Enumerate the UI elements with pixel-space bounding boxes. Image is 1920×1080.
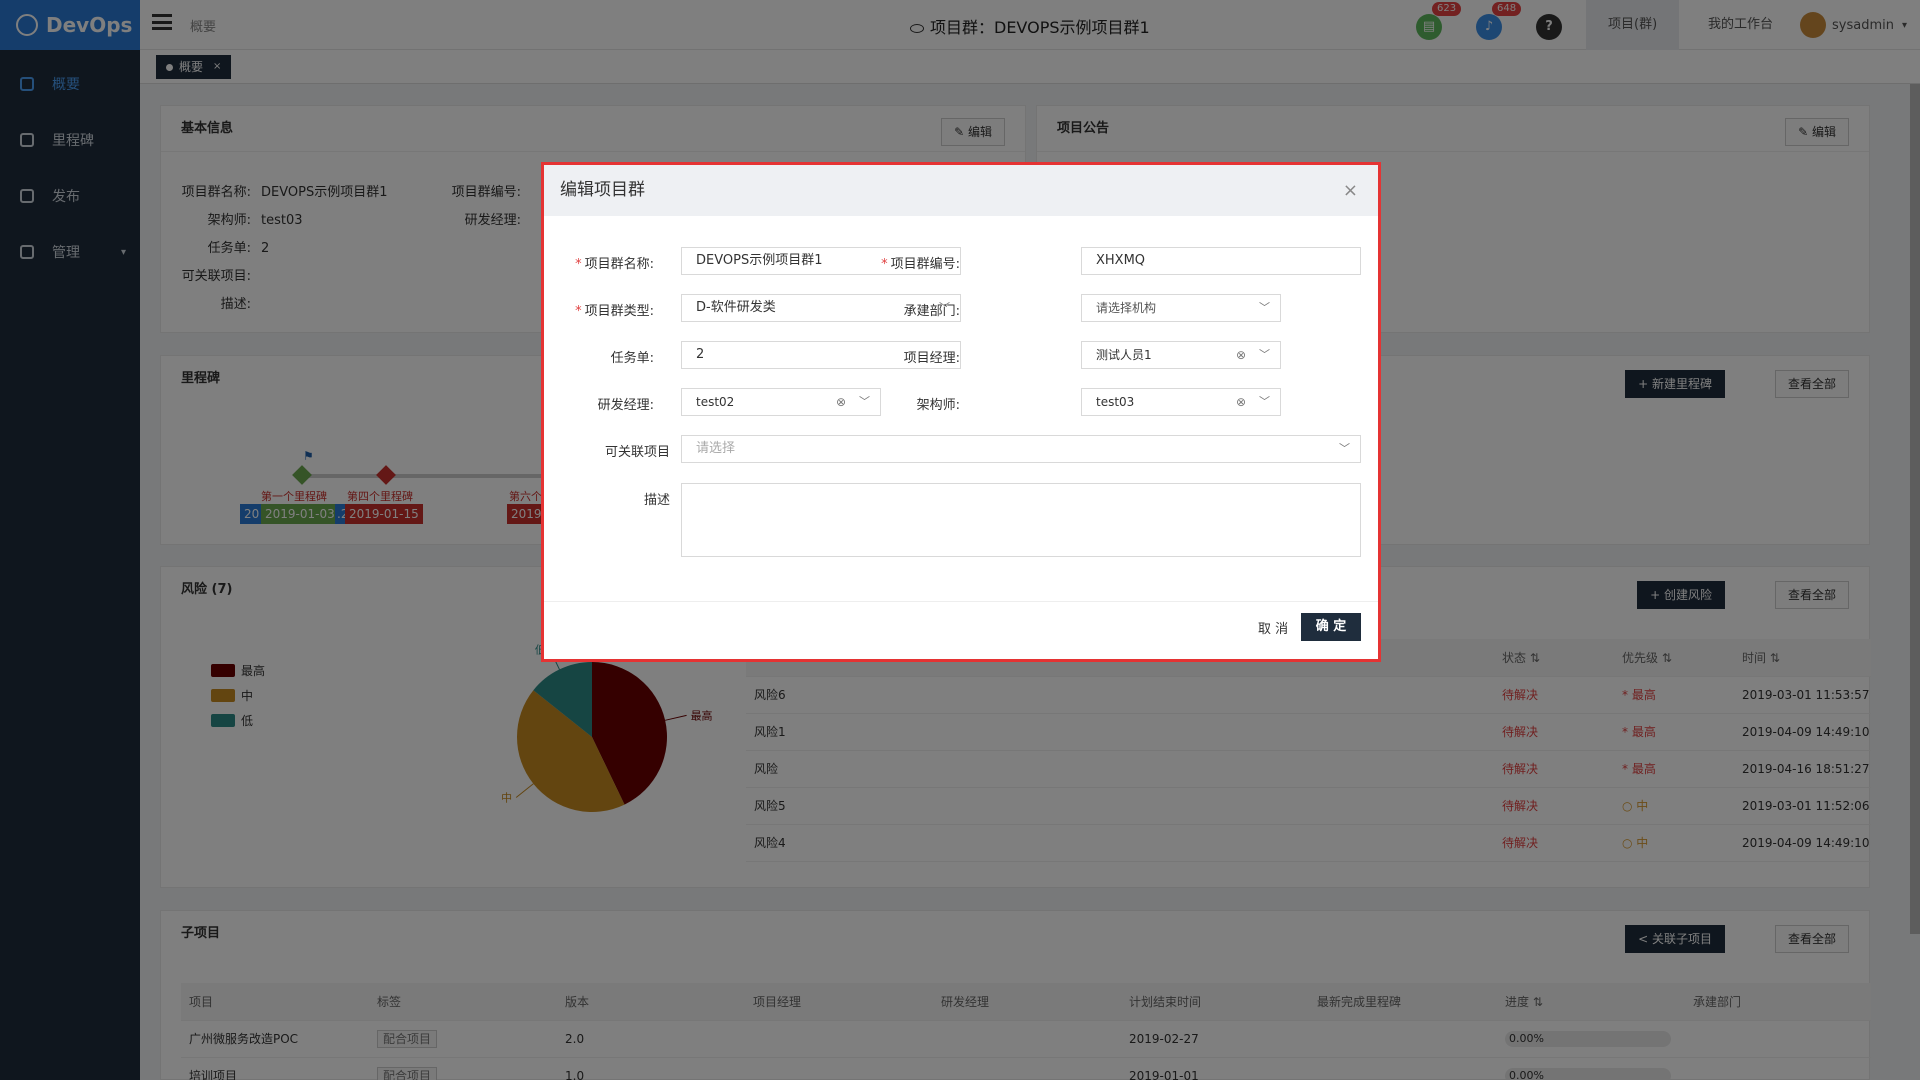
clear-icon[interactable]: ⊗ <box>1236 389 1246 415</box>
cancel-button[interactable]: 取 消 <box>1258 618 1288 637</box>
chevron-down-icon: ﹀ <box>1339 442 1350 455</box>
arch-label: 架构师: <box>916 398 960 413</box>
pm-select[interactable]: 测试人员1 ⊗ ﹀ <box>1081 341 1281 369</box>
select-placeholder: 请选择 <box>696 441 736 456</box>
rd-label: 研发经理: <box>597 398 654 413</box>
dept-label: 承建部门: <box>903 304 960 319</box>
dept-select[interactable]: 请选择机构 ﹀ <box>1081 294 1281 322</box>
field-label: 项目群名称: <box>584 257 654 272</box>
field-label: 项目群编号: <box>890 257 960 272</box>
clear-icon[interactable]: ⊗ <box>1236 342 1246 368</box>
type-label: * 项目群类型: <box>544 300 654 319</box>
field-label: 项目群类型: <box>584 304 654 319</box>
chevron-down-icon: ﹀ <box>1259 395 1270 408</box>
required-mark: * <box>575 257 582 272</box>
task-label: 任务单: <box>610 351 654 366</box>
desc-label: 描述 <box>643 493 670 508</box>
select-value: 测试人员1 <box>1096 348 1152 362</box>
required-mark: * <box>575 304 582 319</box>
arch-select[interactable]: test03 ⊗ ﹀ <box>1081 388 1281 416</box>
dialog-header: 编辑项目群 × <box>544 165 1378 216</box>
pm-label: 项目经理: <box>903 351 960 366</box>
select-value: D-软件研发类 <box>696 300 776 315</box>
chevron-down-icon: ﹀ <box>1259 348 1270 361</box>
dialog-title: 编辑项目群 <box>560 180 645 200</box>
dialog-footer: 取 消 确 定 <box>544 601 1378 659</box>
clear-icon[interactable]: ⊗ <box>836 389 846 415</box>
confirm-button[interactable]: 确 定 <box>1301 613 1361 641</box>
close-icon[interactable]: × <box>1343 165 1358 216</box>
code-input[interactable]: XHXMQ <box>1081 247 1361 275</box>
name-label: * 项目群名称: <box>544 253 654 272</box>
required-mark: * <box>881 257 888 272</box>
desc-textarea[interactable] <box>681 483 1361 557</box>
code-label: * 项目群编号: <box>850 253 960 272</box>
select-value: test03 <box>1096 395 1135 409</box>
edit-project-group-dialog: 编辑项目群 × * 项目群名称: DEVOPS示例项目群1 * 项目群编号: XHXM… <box>541 162 1381 662</box>
select-placeholder: 请选择机构 <box>1096 301 1157 315</box>
select-value: test02 <box>696 395 735 409</box>
link-select[interactable]: 请选择 ﹀ <box>681 435 1361 463</box>
chevron-down-icon: ﹀ <box>1259 301 1270 314</box>
link-label: 可关联项目 <box>604 445 670 460</box>
